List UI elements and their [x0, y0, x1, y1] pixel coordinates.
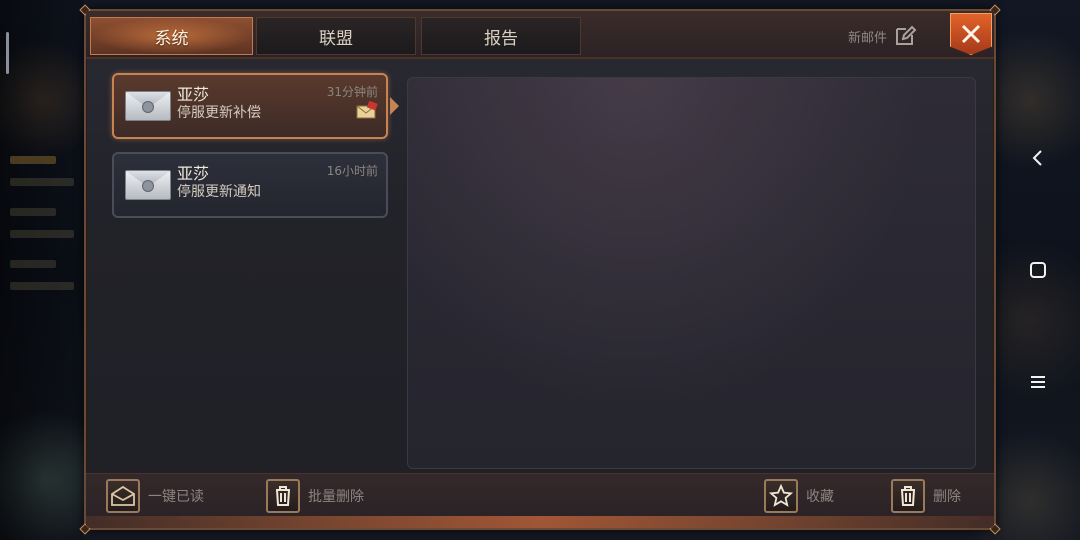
chevron-left-icon	[1032, 150, 1042, 166]
selection-arrow	[390, 97, 399, 115]
star-icon	[764, 479, 798, 513]
square-icon	[1030, 262, 1046, 278]
new-mail-label: 新邮件	[848, 30, 888, 46]
favorite-label: 收藏	[806, 489, 834, 505]
menu-button[interactable]	[996, 362, 1080, 402]
envelope-icon	[125, 170, 171, 200]
tab-label: 系统	[154, 28, 189, 49]
tab-system[interactable]: 系统	[90, 17, 253, 55]
scroll-indicator	[6, 32, 9, 74]
hud-text-line	[10, 178, 74, 186]
read-all-button[interactable]: 一键已读	[106, 478, 204, 514]
envelope-seal	[142, 180, 154, 192]
envelope-icon	[125, 91, 171, 121]
left-game-hud	[0, 0, 84, 540]
tab-alliance[interactable]: 联盟	[256, 17, 416, 55]
mail-time: 16小时前	[326, 164, 378, 178]
tab-label: 报告	[484, 28, 518, 49]
hud-text-line	[10, 156, 56, 164]
tab-report[interactable]: 报告	[421, 17, 581, 55]
tab-label: 联盟	[319, 28, 353, 49]
attachment-letter-icon	[356, 101, 378, 119]
open-envelope-icon	[106, 479, 140, 513]
mail-content-panel	[407, 77, 976, 469]
android-nav-bar	[996, 0, 1080, 540]
mail-dialog: 系统 联盟 报告 新邮件 亚莎 停服更新补偿 31分钟前 亚莎 停服更新通知 1…	[79, 4, 1001, 535]
hud-text-line	[10, 208, 56, 216]
mail-subject: 停服更新通知	[177, 184, 261, 200]
mail-subject: 停服更新补偿	[177, 105, 261, 121]
envelope-seal	[142, 101, 154, 113]
trash-icon	[266, 479, 300, 513]
home-button[interactable]	[996, 250, 1080, 290]
delete-label: 删除	[933, 489, 961, 505]
hud-text-line	[10, 260, 56, 268]
dialog-header: 系统 联盟 报告 新邮件	[86, 11, 994, 59]
read-all-label: 一键已读	[148, 489, 204, 505]
batch-delete-label: 批量删除	[308, 489, 364, 505]
trash-icon	[891, 479, 925, 513]
hud-text-line	[10, 230, 74, 238]
mail-list-item[interactable]: 亚莎 停服更新通知 16小时前	[112, 152, 388, 218]
close-icon	[961, 24, 981, 44]
back-button[interactable]	[996, 138, 1080, 178]
favorite-button[interactable]: 收藏	[764, 478, 834, 514]
edit-icon	[896, 25, 917, 45]
mail-list-item[interactable]: 亚莎 停服更新补偿 31分钟前	[112, 73, 388, 139]
decorative-strip	[86, 516, 994, 528]
hud-text-line	[10, 282, 74, 290]
close-button[interactable]	[950, 13, 992, 55]
hamburger-icon	[1031, 376, 1045, 388]
new-mail-button[interactable]: 新邮件	[848, 23, 917, 49]
delete-button[interactable]: 删除	[891, 478, 961, 514]
mail-time: 31分钟前	[326, 85, 378, 99]
action-bar: 一键已读 批量删除 收藏 删除	[86, 473, 994, 521]
batch-delete-button[interactable]: 批量删除	[266, 478, 364, 514]
